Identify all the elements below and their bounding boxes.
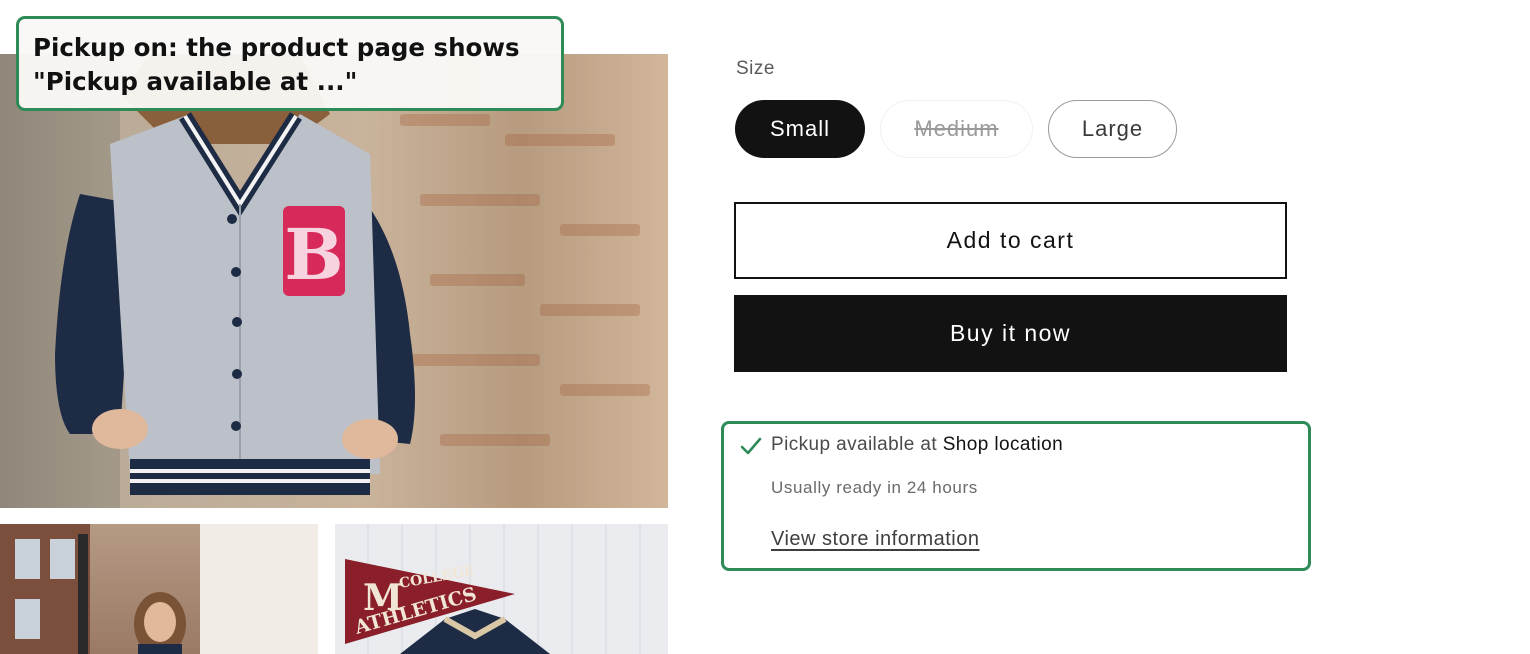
checkmark-icon	[740, 437, 762, 455]
product-thumbnail-2[interactable]: M COLLEGE ATHLETICS	[335, 524, 668, 654]
add-to-cart-button[interactable]: Add to cart	[734, 202, 1287, 279]
size-option-small[interactable]: Small	[735, 100, 865, 158]
size-option-large[interactable]: Large	[1048, 100, 1177, 158]
size-option-medium[interactable]: Medium	[880, 100, 1033, 158]
product-main-image[interactable]: B	[0, 54, 668, 508]
pickup-ready-time: Usually ready in 24 hours	[771, 478, 978, 497]
college-pennant-photo: M COLLEGE ATHLETICS	[345, 559, 550, 654]
varsity-jacket-photo: B	[0, 54, 650, 508]
pickup-location-name: Shop location	[942, 434, 1064, 455]
woman-street-photo	[0, 524, 318, 654]
pickup-availability-text: Pickup available at Shop location	[771, 434, 1063, 456]
pickup-prefix: Pickup available at	[771, 434, 943, 455]
annotation-line-2: "Pickup available at ..."	[33, 67, 358, 96]
buy-it-now-button[interactable]: Buy it now	[734, 295, 1287, 372]
annotation-callout: Pickup on: the product page shows "Picku…	[16, 16, 564, 111]
size-label: Size	[736, 58, 775, 79]
patch-letter: B	[284, 213, 343, 296]
product-thumbnail-1[interactable]	[0, 524, 318, 654]
annotation-line-1: Pickup on: the product page shows	[33, 33, 520, 62]
view-store-information-link[interactable]: View store information	[771, 528, 980, 551]
